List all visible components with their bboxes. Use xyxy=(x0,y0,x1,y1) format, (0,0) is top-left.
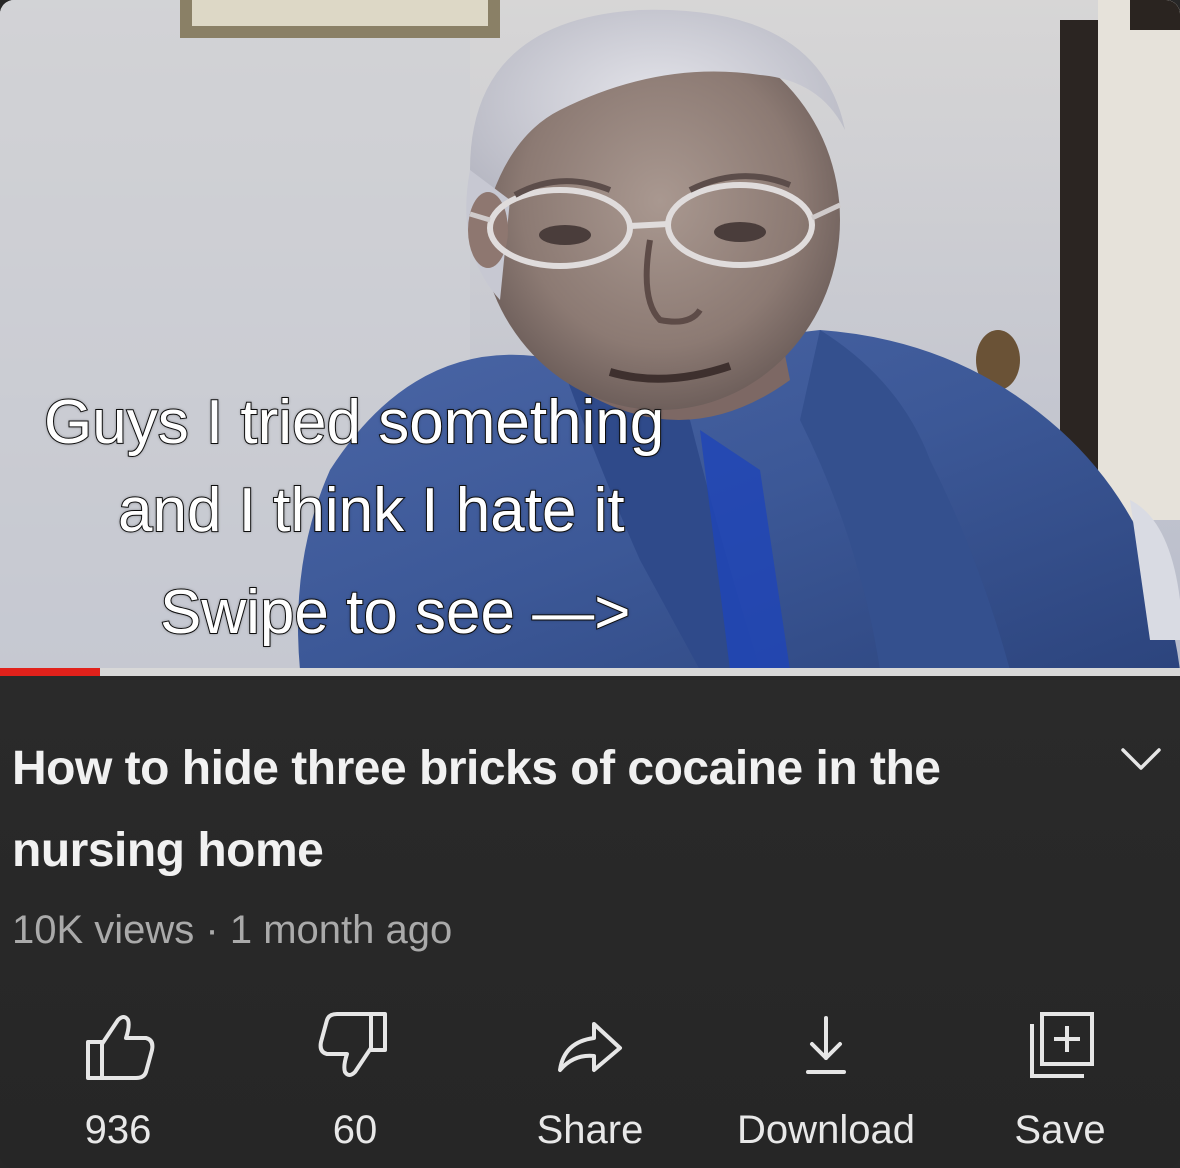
share-button[interactable]: Share xyxy=(480,1000,700,1168)
overlay-caption-line-1: Guys I tried something xyxy=(43,388,665,457)
like-button[interactable]: 936 xyxy=(8,1000,228,1168)
save-button[interactable]: Save xyxy=(950,1000,1170,1168)
download-icon xyxy=(806,1016,846,1074)
overlay-caption-line-2: and I think I hate it xyxy=(117,476,626,545)
video-progress-played xyxy=(0,668,101,676)
video-progress-bar[interactable] xyxy=(0,668,1180,676)
dislike-count: 60 xyxy=(332,1108,378,1152)
action-bar: 936 60 Share Download Save xyxy=(0,1000,1180,1168)
dislike-button[interactable]: 60 xyxy=(245,1000,465,1168)
video-title[interactable]: How to hide three bricks of cocaine in t… xyxy=(12,728,1012,892)
thumbs-down-icon xyxy=(318,1012,387,1077)
save-playlist-icon xyxy=(1030,1012,1094,1078)
download-button[interactable]: Download xyxy=(716,1000,936,1168)
thumbs-up-icon xyxy=(86,1015,155,1080)
overlay-caption-line-3: Swipe to see —> xyxy=(159,578,631,647)
video-frame xyxy=(0,0,1180,670)
download-label: Download xyxy=(737,1108,915,1152)
video-screen: Guys I tried something and I think I hat… xyxy=(0,0,1180,1168)
share-arrow-icon xyxy=(558,1022,622,1072)
chevron-down-icon[interactable] xyxy=(1118,742,1164,776)
share-label: Share xyxy=(536,1108,644,1152)
like-count: 936 xyxy=(84,1108,152,1152)
video-meta: 10K views · 1 month ago xyxy=(12,908,453,952)
video-player[interactable]: Guys I tried something and I think I hat… xyxy=(0,0,1180,670)
save-label: Save xyxy=(1014,1108,1106,1152)
